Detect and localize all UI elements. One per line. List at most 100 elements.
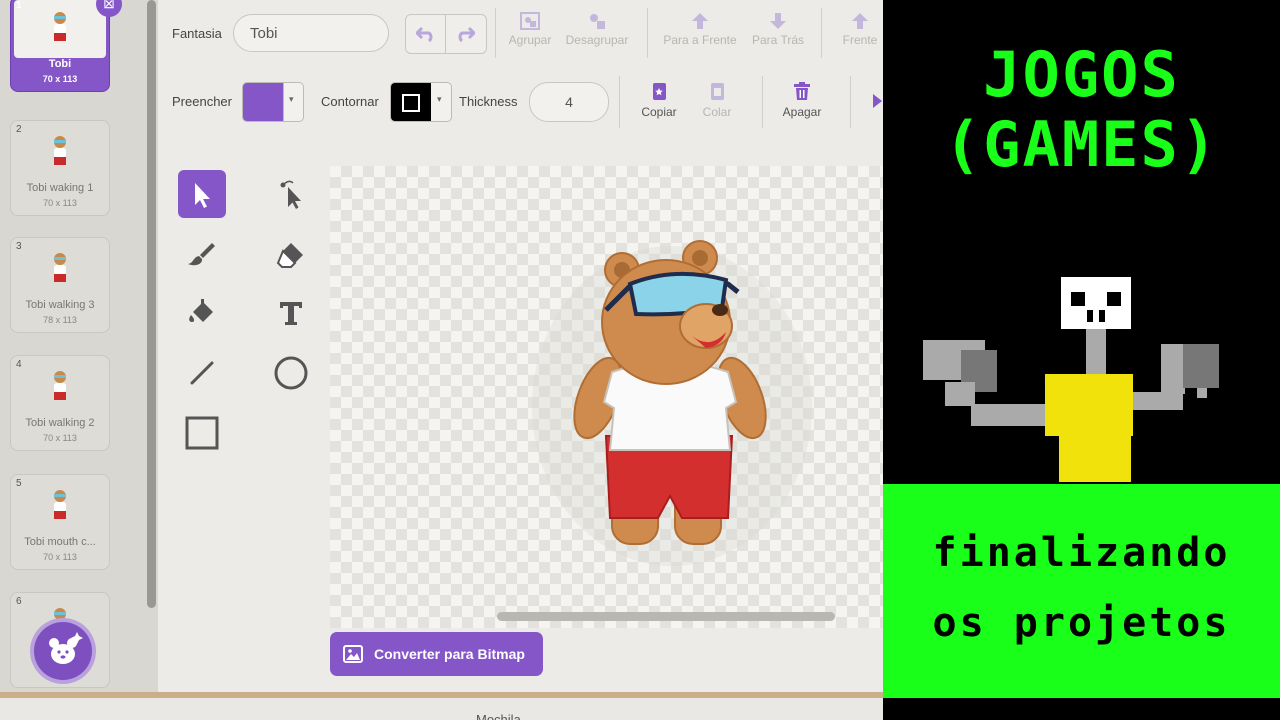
costume-name: Tobi — [48, 58, 72, 70]
eraser-tool[interactable] — [267, 230, 315, 278]
backward-button[interactable]: Para Trás — [748, 12, 808, 47]
canvas-scrollbar[interactable] — [497, 612, 835, 621]
line-tool[interactable] — [178, 348, 226, 396]
promo-title: JOGOS (GAMES) — [883, 40, 1280, 180]
fill-tool[interactable] — [178, 288, 226, 336]
promo-subtitle-line1: finalizando — [932, 530, 1231, 576]
trash-icon — [794, 82, 810, 100]
square-icon — [185, 416, 219, 450]
backpack-label: Mochila — [476, 712, 521, 720]
paste-button[interactable]: Colar — [697, 80, 737, 119]
costume-number: 2 — [16, 124, 22, 135]
outline-color-picker[interactable]: ▾ — [390, 82, 452, 122]
brush-tool[interactable] — [178, 230, 226, 278]
costume-number: 1 — [16, 0, 22, 11]
delete-button[interactable]: Apagar — [776, 80, 828, 119]
costume-name: Tobi walking 2 — [25, 417, 95, 429]
bear-thumbnail-icon — [54, 371, 66, 400]
promo-title-line1: JOGOS — [983, 38, 1180, 111]
divider — [495, 8, 496, 58]
costume-list: 1 Tobi 70 x 113 ⊠ 2 Tobi waking 1 70 x 1… — [0, 0, 158, 692]
copy-label: Copiar — [641, 105, 677, 119]
select-tool[interactable] — [178, 170, 226, 218]
costume-number: 3 — [16, 241, 22, 252]
front-label: Frente — [842, 33, 878, 47]
text-tool[interactable] — [267, 288, 315, 336]
copy-button[interactable]: Copiar — [636, 80, 682, 119]
costume-name: Tobi waking 1 — [26, 182, 94, 194]
costume-list-scrollbar[interactable] — [147, 0, 156, 608]
front-button[interactable]: Frente — [838, 12, 882, 47]
promo-title-line2: (GAMES) — [943, 108, 1220, 181]
ungroup-button[interactable]: Desagrupar — [563, 12, 631, 47]
more-tools-icon[interactable] — [872, 94, 882, 108]
arrow-to-front-icon — [852, 13, 868, 29]
promo-banner — [883, 484, 1280, 698]
bear-face-icon — [49, 632, 83, 664]
line-icon — [190, 361, 214, 385]
pixel-skeleton-character-icon — [923, 277, 1219, 482]
thickness-label: Thickness — [459, 94, 518, 109]
add-costume-button[interactable] — [34, 622, 92, 680]
paste-label: Colar — [702, 105, 732, 119]
promo-panel: JOGOS (GAMES) finalizando os projetos — [883, 0, 1280, 720]
arrow-down-icon — [770, 13, 786, 29]
costume-tile-1[interactable]: 1 Tobi 70 x 113 ⊠ — [10, 0, 122, 92]
divider — [445, 15, 446, 53]
costume-tile-2[interactable]: 2 Tobi waking 1 70 x 113 — [10, 120, 110, 216]
costume-name: Tobi walking 3 — [25, 299, 95, 311]
drawing-canvas[interactable] — [330, 166, 883, 628]
thickness-input[interactable]: 4 — [529, 82, 609, 122]
fill-label: Preencher — [172, 94, 232, 109]
caret-down-icon: ▾ — [289, 94, 294, 104]
costume-size: 70 x 113 — [43, 198, 77, 208]
group-label: Agrupar — [508, 33, 552, 47]
paste-icon — [711, 83, 724, 100]
circle-icon — [274, 356, 308, 390]
circle-tool[interactable] — [267, 348, 315, 396]
caret-down-icon: ▾ — [437, 94, 442, 104]
trash-icon: ⊠ — [103, 0, 115, 11]
backpack-bar[interactable]: Mochila — [0, 692, 883, 720]
divider — [647, 8, 648, 58]
costume-tile-4[interactable]: 4 Tobi walking 2 70 x 113 — [10, 355, 110, 451]
drawing-tools — [158, 160, 328, 460]
bear-thumbnail-icon — [54, 253, 66, 282]
fill-color-picker[interactable]: ▾ — [242, 82, 304, 122]
bear-thumbnail-icon — [54, 490, 66, 519]
undo-icon[interactable] — [416, 25, 436, 43]
costume-tile-5[interactable]: 5 Tobi mouth c... 70 x 113 — [10, 474, 110, 570]
reshape-cursor-icon — [280, 180, 301, 209]
bear-thumbnail-icon — [54, 136, 66, 165]
rectangle-tool[interactable] — [178, 408, 226, 456]
text-icon — [280, 302, 302, 325]
promo-subtitle-line2: os projetos — [932, 600, 1231, 646]
arrow-up-icon — [692, 13, 708, 29]
costume-name-label: Fantasia — [172, 26, 222, 41]
costume-name: Tobi mouth c... — [24, 536, 96, 548]
paint-editor: 1 Tobi 70 x 113 ⊠ 2 Tobi waking 1 70 x 1… — [0, 0, 883, 720]
costume-tile-3[interactable]: 3 Tobi walking 3 78 x 113 — [10, 237, 110, 333]
convert-button-label: Converter para Bitmap — [374, 646, 525, 662]
bear-thumbnail-icon — [54, 12, 66, 41]
costume-size: 70 x 113 — [42, 74, 78, 84]
copy-icon — [653, 83, 666, 100]
undo-redo-group — [405, 14, 487, 54]
costume-number: 4 — [16, 359, 22, 370]
group-icon — [520, 12, 540, 30]
outline-label: Contornar — [321, 94, 379, 109]
ungroup-icon — [590, 14, 605, 29]
reshape-tool[interactable] — [267, 170, 315, 218]
group-button[interactable]: Agrupar — [505, 12, 555, 47]
divider — [619, 76, 620, 128]
image-icon — [343, 645, 363, 663]
convert-to-bitmap-button[interactable]: Converter para Bitmap — [330, 632, 543, 676]
bear-sprite[interactable] — [330, 166, 883, 628]
eraser-icon — [276, 243, 303, 268]
redo-icon[interactable] — [455, 25, 475, 43]
costume-size: 70 x 113 — [43, 552, 77, 562]
costume-name-input[interactable]: Tobi — [233, 14, 389, 52]
ungroup-label: Desagrupar — [565, 33, 629, 47]
costume-number: 6 — [16, 596, 22, 607]
forward-button[interactable]: Para a Frente — [660, 12, 740, 47]
